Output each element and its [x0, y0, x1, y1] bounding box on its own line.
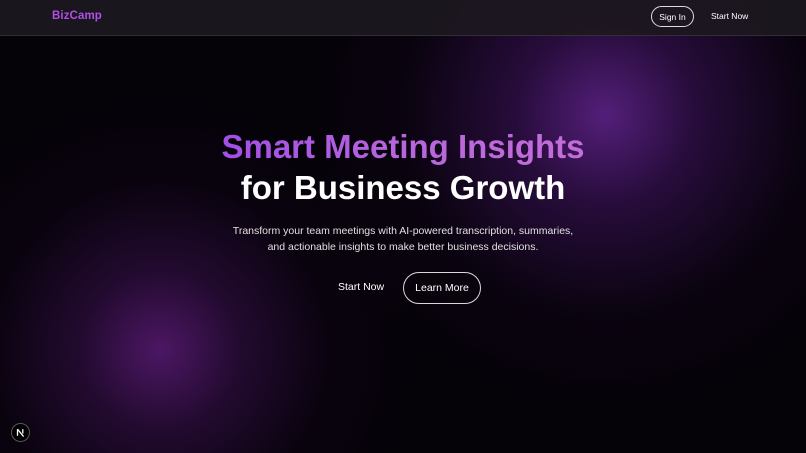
- top-navbar: BizCamp Sign In Start Now: [0, 0, 806, 36]
- nextjs-glyph-icon: [16, 428, 25, 438]
- nextjs-logo-icon[interactable]: [11, 423, 30, 442]
- landing-page: BizCamp Sign In Start Now Smart Meeting …: [0, 0, 806, 453]
- cta-row: Start Now Learn More: [0, 272, 806, 304]
- start-now-button[interactable]: Start Now: [338, 281, 384, 293]
- hero-subtitle: Transform your team meetings with AI-pow…: [232, 225, 574, 253]
- headline-secondary: for Business Growth: [240, 169, 566, 206]
- hero-section: Smart Meeting Insights for Business Grow…: [0, 126, 806, 255]
- learn-more-button[interactable]: Learn More: [403, 272, 481, 304]
- brand-logo[interactable]: BizCamp: [52, 10, 102, 22]
- headline-primary: Smart Meeting Insights: [221, 126, 584, 168]
- sign-in-button[interactable]: Sign In: [651, 6, 694, 27]
- nav-start-now-link[interactable]: Start Now: [711, 11, 748, 21]
